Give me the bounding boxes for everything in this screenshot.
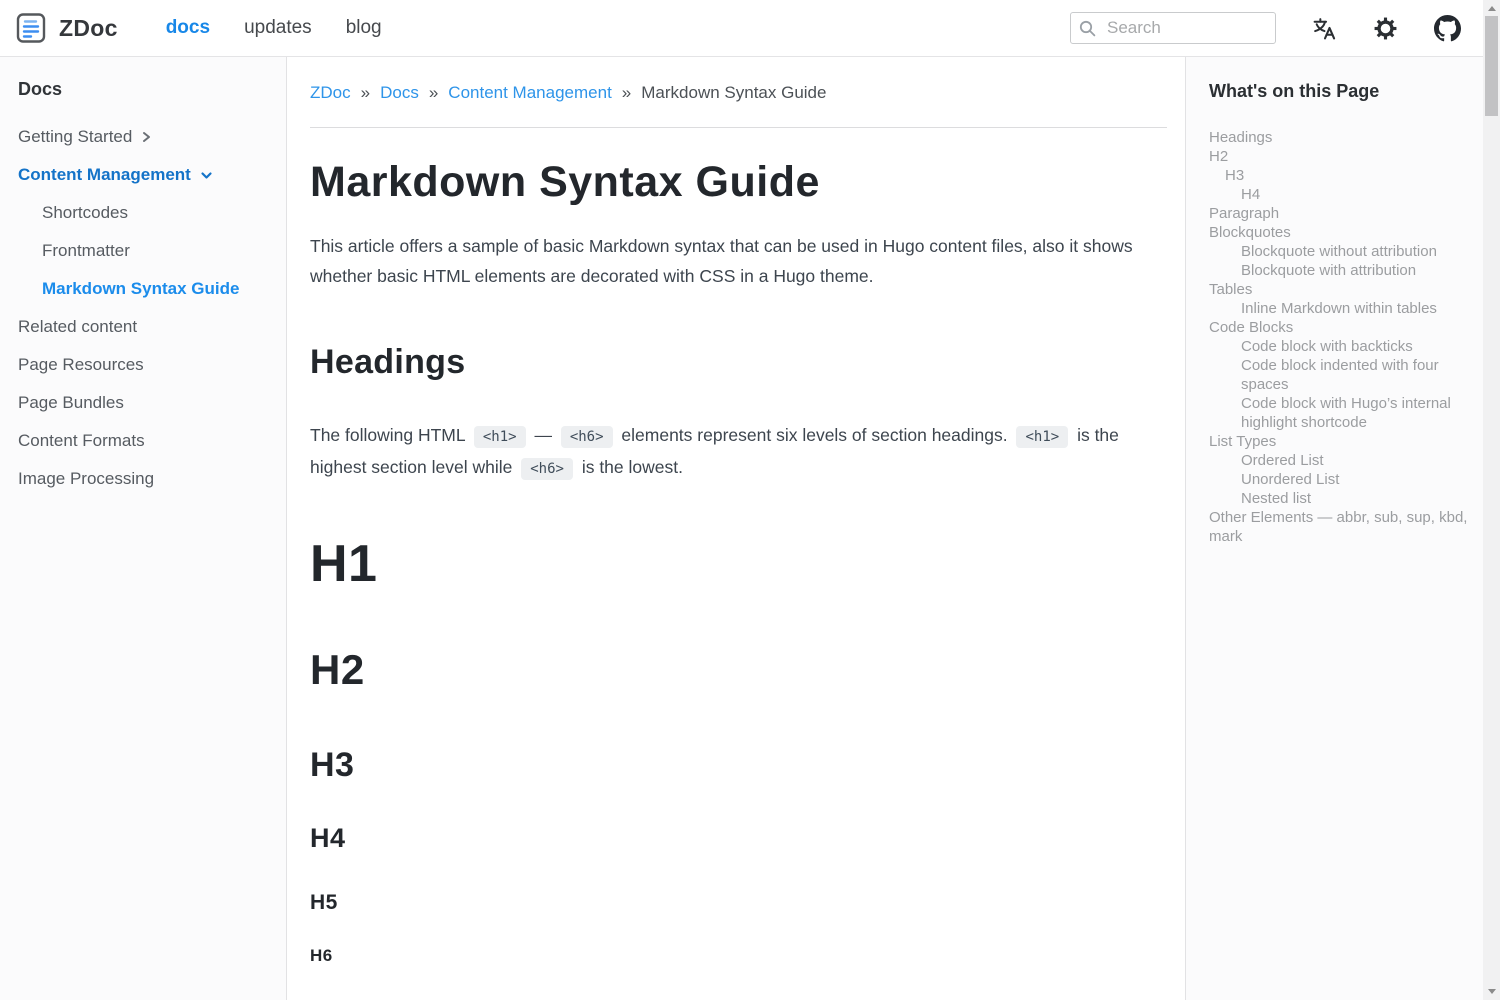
breadcrumb-link-zdoc[interactable]: ZDoc bbox=[310, 83, 351, 103]
demo-heading-h2: H2 bbox=[310, 645, 1167, 695]
sidebar-item-label: Related content bbox=[18, 317, 137, 337]
translate-icon[interactable] bbox=[1312, 16, 1337, 41]
toc-heading: What's on this Page bbox=[1209, 81, 1469, 102]
primary-nav: docs updates blog bbox=[166, 17, 382, 39]
paragraph-text: elements represent six levels of section… bbox=[621, 425, 1007, 445]
breadcrumb-link-docs[interactable]: Docs bbox=[380, 83, 419, 103]
toc-item-ordered-list[interactable]: Ordered List bbox=[1209, 451, 1469, 470]
sidebar-list: Getting Started Content Management Short… bbox=[18, 118, 276, 498]
toc-item-unordered-list[interactable]: Unordered List bbox=[1209, 470, 1469, 489]
headings-paragraph: The following HTML <h1> — <h6> elements … bbox=[310, 420, 1167, 484]
docs-sidebar: Docs Getting Started Content Management bbox=[0, 57, 287, 1000]
app-root: ZDoc docs updates blog bbox=[0, 0, 1500, 1000]
breadcrumb-separator: » bbox=[622, 83, 631, 103]
sidebar-item-content-formats[interactable]: Content Formats bbox=[18, 422, 276, 460]
breadcrumb-link-content-management[interactable]: Content Management bbox=[448, 83, 612, 103]
toc-list: Headings H2 H3 H4 Paragraph Blockquotes … bbox=[1209, 128, 1469, 546]
sidebar-heading: Docs bbox=[18, 79, 276, 100]
main-column: ZDoc docs updates blog bbox=[0, 0, 1483, 1000]
paragraph-text: is the lowest. bbox=[582, 457, 683, 477]
toc-item-code-block-indented[interactable]: Code block indented with four spaces bbox=[1209, 356, 1469, 394]
search-icon bbox=[1079, 20, 1096, 37]
paragraph-text: — bbox=[534, 425, 552, 445]
chevron-right-icon bbox=[141, 131, 152, 143]
toc-item-code-block-with-backticks[interactable]: Code block with backticks bbox=[1209, 337, 1469, 356]
toc-item-code-block-highlight-shortcode[interactable]: Code block with Hugo’s internal highligh… bbox=[1209, 394, 1469, 432]
breadcrumb-current: Markdown Syntax Guide bbox=[641, 83, 826, 103]
toc-item-nested-list[interactable]: Nested list bbox=[1209, 489, 1469, 508]
breadcrumb: ZDoc » Docs » Content Management » Markd… bbox=[310, 83, 1167, 103]
brand[interactable]: ZDoc bbox=[16, 12, 118, 44]
page-title: Markdown Syntax Guide bbox=[310, 158, 1167, 207]
scrollbar-up-arrow-icon[interactable] bbox=[1488, 6, 1496, 11]
toc-item-code-blocks[interactable]: Code Blocks bbox=[1209, 318, 1469, 337]
paragraph-text: The following HTML bbox=[310, 425, 465, 445]
toc-item-blockquote-without-attribution[interactable]: Blockquote without attribution bbox=[1209, 242, 1469, 261]
toc-item-other-elements[interactable]: Other Elements — abbr, sub, sup, kbd, ma… bbox=[1209, 508, 1469, 546]
code-chip-h1: <h1> bbox=[474, 426, 526, 448]
sidebar-item-label: Content Management bbox=[18, 165, 191, 185]
top-navbar: ZDoc docs updates blog bbox=[0, 0, 1483, 57]
nav-updates[interactable]: updates bbox=[244, 17, 312, 39]
demo-heading-h5: H5 bbox=[310, 891, 1167, 916]
sidebar-item-page-resources[interactable]: Page Resources bbox=[18, 346, 276, 384]
demo-heading-h3: H3 bbox=[310, 745, 1167, 785]
sidebar-item-content-management[interactable]: Content Management bbox=[18, 156, 276, 194]
sidebar-item-shortcodes[interactable]: Shortcodes bbox=[18, 194, 276, 232]
scrollbar-thumb[interactable] bbox=[1485, 16, 1498, 116]
scrollbar-down-arrow-icon[interactable] bbox=[1488, 989, 1496, 994]
sidebar-item-label: Content Formats bbox=[18, 431, 145, 451]
chevron-down-icon bbox=[200, 170, 213, 181]
sidebar-item-frontmatter[interactable]: Frontmatter bbox=[18, 232, 276, 270]
github-icon[interactable] bbox=[1434, 15, 1461, 42]
sidebar-item-label: Markdown Syntax Guide bbox=[42, 279, 239, 299]
toc-item-list-types[interactable]: List Types bbox=[1209, 432, 1469, 451]
sidebar-item-label: Image Processing bbox=[18, 469, 154, 489]
nav-blog[interactable]: blog bbox=[346, 17, 382, 39]
settings-gear-icon[interactable] bbox=[1373, 16, 1398, 41]
nav-docs[interactable]: docs bbox=[166, 17, 210, 39]
search-box[interactable] bbox=[1070, 12, 1276, 44]
breadcrumb-divider bbox=[310, 127, 1167, 128]
demo-heading-h6: H6 bbox=[310, 946, 1167, 966]
page-scrollbar[interactable] bbox=[1483, 0, 1500, 1000]
code-chip-h6: <h6> bbox=[561, 426, 613, 448]
sidebar-item-getting-started[interactable]: Getting Started bbox=[18, 118, 276, 156]
section-heading-headings: Headings bbox=[310, 343, 1167, 382]
sidebar-item-page-bundles[interactable]: Page Bundles bbox=[18, 384, 276, 422]
brand-name[interactable]: ZDoc bbox=[59, 15, 118, 42]
demo-heading-h4: H4 bbox=[310, 823, 1167, 855]
search-input[interactable] bbox=[1105, 17, 1267, 39]
toc-item-h4[interactable]: H4 bbox=[1209, 185, 1469, 204]
code-chip-h1: <h1> bbox=[1016, 426, 1068, 448]
toc-item-blockquote-with-attribution[interactable]: Blockquote with attribution bbox=[1209, 261, 1469, 280]
toc-item-paragraph[interactable]: Paragraph bbox=[1209, 204, 1469, 223]
zdoc-document-logo-icon bbox=[16, 12, 46, 44]
page-toc: What's on this Page Headings H2 H3 H4 Pa… bbox=[1185, 57, 1483, 1000]
sidebar-item-related-content[interactable]: Related content bbox=[18, 308, 276, 346]
code-chip-h6: <h6> bbox=[521, 458, 573, 480]
demo-heading-h1: H1 bbox=[310, 534, 1167, 595]
sidebar-item-label: Shortcodes bbox=[42, 203, 128, 223]
sidebar-item-label: Page Bundles bbox=[18, 393, 124, 413]
sidebar-item-image-processing[interactable]: Image Processing bbox=[18, 460, 276, 498]
article-main: ZDoc » Docs » Content Management » Markd… bbox=[287, 57, 1185, 1000]
toc-item-blockquotes[interactable]: Blockquotes bbox=[1209, 223, 1469, 242]
article-intro: This article offers a sample of basic Ma… bbox=[310, 231, 1167, 291]
sample-headings: H1 H2 H3 H4 H5 H6 bbox=[310, 534, 1167, 966]
toc-item-inline-markdown-within-tables[interactable]: Inline Markdown within tables bbox=[1209, 299, 1469, 318]
content-row: Docs Getting Started Content Management bbox=[0, 57, 1483, 1000]
breadcrumb-separator: » bbox=[429, 83, 438, 103]
breadcrumb-separator: » bbox=[361, 83, 370, 103]
toc-item-h3[interactable]: H3 bbox=[1209, 166, 1469, 185]
toc-item-tables[interactable]: Tables bbox=[1209, 280, 1469, 299]
sidebar-item-label: Page Resources bbox=[18, 355, 144, 375]
sidebar-item-label: Frontmatter bbox=[42, 241, 130, 261]
navbar-right bbox=[1070, 12, 1461, 44]
toc-item-h2[interactable]: H2 bbox=[1209, 147, 1469, 166]
sidebar-item-markdown-syntax-guide[interactable]: Markdown Syntax Guide bbox=[18, 270, 276, 308]
toc-item-headings[interactable]: Headings bbox=[1209, 128, 1469, 147]
sidebar-item-label: Getting Started bbox=[18, 127, 132, 147]
